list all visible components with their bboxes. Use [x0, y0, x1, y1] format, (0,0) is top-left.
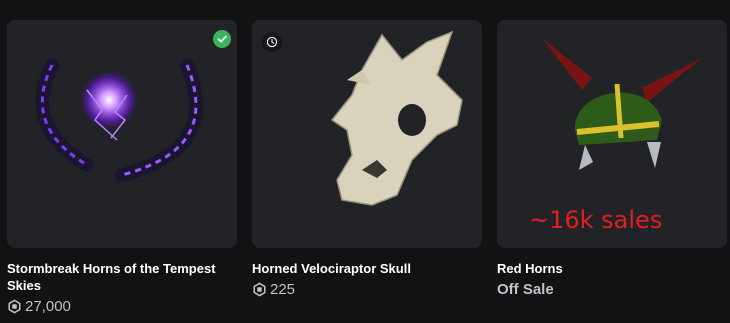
item-thumbnail[interactable]: ~16k sales	[497, 20, 727, 248]
item-name[interactable]: Stormbreak Horns of the Tempest Skies	[7, 260, 231, 294]
checkmark-icon	[213, 30, 231, 48]
price-value: 27,000	[25, 298, 71, 315]
catalog-item-card[interactable]: Horned Velociraptor Skull 225	[252, 20, 482, 298]
sales-annotation: ~16k sales	[529, 206, 663, 234]
catalog-item-card[interactable]: ~16k sales Red Horns Off Sale	[497, 20, 727, 298]
robux-icon	[253, 282, 266, 297]
price-value: 225	[270, 281, 296, 298]
item-name[interactable]: Horned Velociraptor Skull	[252, 260, 476, 277]
item-thumbnail[interactable]	[7, 20, 237, 248]
catalog-item-card[interactable]: Stormbreak Horns of the Tempest Skies 27…	[7, 20, 237, 315]
item-image-velociraptor-skull	[330, 30, 463, 206]
item-thumbnail[interactable]	[252, 20, 482, 248]
item-name[interactable]: Red Horns	[497, 260, 721, 277]
off-sale-status: Off Sale	[497, 281, 554, 298]
item-price: 225	[252, 281, 482, 298]
item-image-stormbreak-horns	[35, 58, 203, 182]
clock-icon	[262, 32, 282, 52]
robux-icon	[8, 299, 21, 314]
item-price: 27,000	[7, 298, 237, 315]
